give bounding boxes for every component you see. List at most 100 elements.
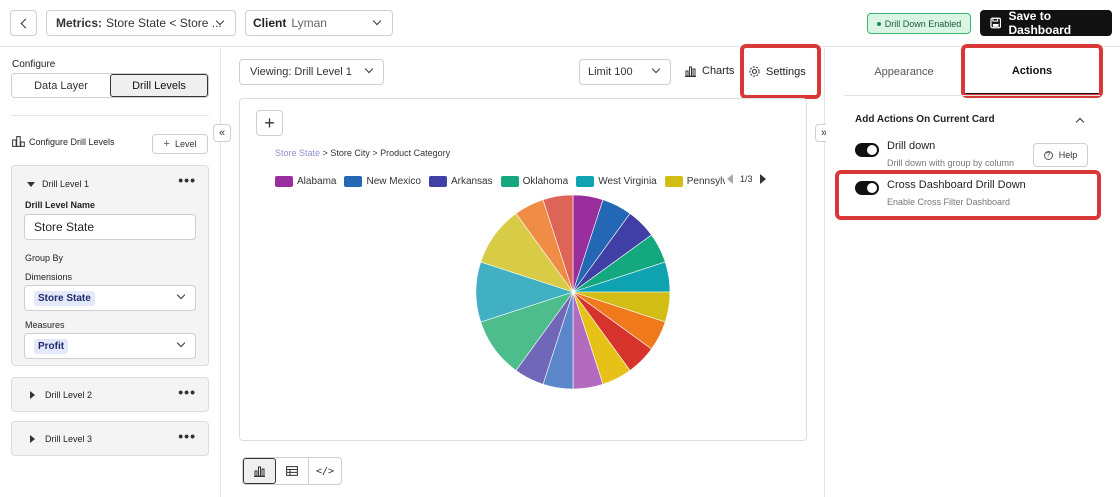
add-level-button[interactable]: + Level [152, 134, 208, 154]
client-select[interactable]: Client Lyman [245, 10, 393, 36]
legend-item[interactable]: New Mexico [344, 174, 421, 188]
legend-label: West Virginia [598, 175, 657, 187]
pie-slice[interactable] [542, 194, 574, 293]
back-button[interactable] [10, 10, 37, 36]
pie-slice[interactable] [542, 291, 574, 390]
drill-level-name-label: Drill Level Name [25, 200, 96, 210]
tabs-divider [844, 95, 1100, 96]
bar-chart-icon [685, 66, 696, 77]
config-tabs: Data Layer Drill Levels [11, 73, 209, 98]
settings-highlight [740, 44, 821, 99]
caret-right-icon [30, 391, 35, 399]
group-by-label: Group By [25, 253, 64, 263]
more-options-icon[interactable]: ••• [178, 384, 196, 400]
drill-level-name-value: Store State [34, 220, 95, 234]
drill-down-toggle[interactable] [855, 143, 879, 157]
pie-slice[interactable] [572, 234, 666, 293]
drill-level-2-card[interactable]: Drill Level 2 ••• [11, 377, 209, 412]
client-label: Client [253, 16, 287, 30]
chevron-down-icon [176, 290, 186, 300]
limit-select[interactable]: Limit 100 [579, 59, 671, 85]
charts-button[interactable]: Charts [684, 65, 734, 77]
divider [11, 115, 209, 116]
pie-slice[interactable] [475, 261, 574, 323]
dimensions-select[interactable]: Store State [24, 285, 196, 311]
view-toggle: </> [242, 457, 342, 485]
hierarchy-icon [12, 136, 25, 147]
drill-level-name-input[interactable]: Store State [24, 214, 196, 240]
plus-icon: + [163, 138, 170, 150]
add-widget-button[interactable]: + [256, 110, 283, 136]
legend-prev-icon[interactable] [727, 174, 733, 184]
breadcrumb: Store State > Store City > Product Categ… [275, 148, 450, 158]
pie-slice[interactable] [572, 199, 631, 293]
legend-pager: 1/3 [727, 174, 766, 184]
collapse-left-button[interactable]: « [213, 124, 231, 142]
pie-slice[interactable] [572, 213, 652, 293]
legend-item[interactable]: Alabama [275, 174, 336, 188]
pie-slice[interactable] [572, 291, 631, 385]
pie-slice[interactable] [572, 291, 604, 390]
code-view-button[interactable]: </> [309, 458, 341, 484]
legend-next-icon[interactable] [759, 174, 766, 184]
configure-drill-levels-header: Configure Drill Levels [12, 136, 115, 147]
measures-label: Measures [25, 320, 65, 330]
drill-badge-text: Drill Down Enabled [884, 18, 962, 29]
legend-item[interactable]: Arkansas [428, 174, 493, 188]
pie-slice[interactable] [572, 194, 604, 293]
chart-legend: Alabama New Mexico Arkansas Oklahoma West Vi… [275, 174, 725, 188]
viewing-select[interactable]: Viewing: Drill Level 1 [239, 59, 384, 85]
drill-level-3-card[interactable]: Drill Level 3 ••• [11, 421, 209, 456]
status-dot-icon [876, 21, 881, 26]
right-properties-panel: Appearance Actions Add Actions On Curren… [826, 44, 1120, 497]
pie-slice[interactable] [572, 291, 671, 323]
save-to-dashboard-button[interactable]: Save to Dashboard [980, 9, 1112, 37]
code-icon: </> [315, 465, 335, 477]
help-button[interactable]: ? Help [1033, 143, 1088, 167]
section-title: Add Actions On Current Card [855, 114, 995, 125]
legend-label: New Mexico [366, 175, 421, 187]
limit-value: Limit 100 [588, 66, 633, 78]
dimension-chip: Store State [34, 290, 95, 306]
pie-slice[interactable] [572, 291, 666, 350]
legend-item[interactable]: West Virginia [576, 174, 657, 188]
top-bar: Metrics: Store State < Store ... Client … [0, 0, 1120, 47]
measures-select[interactable]: Profit [24, 333, 196, 359]
pie-slice[interactable] [572, 291, 652, 371]
drill-level-3-header: Drill Level 3 [30, 434, 92, 444]
cross-dashboard-highlight [835, 170, 1101, 220]
section-collapse-icon[interactable] [1075, 117, 1085, 127]
chart-view-button[interactable] [243, 458, 276, 484]
metrics-select[interactable]: Metrics: Store State < Store ... [46, 10, 236, 36]
table-view-button[interactable] [276, 458, 309, 484]
pie-slice[interactable] [480, 291, 574, 371]
save-icon [990, 17, 1002, 29]
chevron-down-icon [651, 64, 661, 74]
tab-drill-levels[interactable]: Drill Levels [110, 74, 208, 97]
configure-title: Configure [12, 59, 56, 70]
caret-right-icon [30, 435, 35, 443]
pie-slice[interactable] [480, 213, 574, 293]
pie-slice[interactable] [572, 261, 671, 293]
more-options-icon[interactable]: ••• [178, 172, 196, 188]
more-options-icon[interactable]: ••• [178, 428, 196, 444]
legend-label: Oklahoma [522, 175, 569, 187]
measure-chip: Profit [34, 338, 69, 354]
breadcrumb-item-store-state[interactable]: Store State [275, 148, 320, 158]
tab-data-layer[interactable]: Data Layer [12, 74, 110, 97]
tab-data-layer-label: Data Layer [34, 79, 88, 92]
legend-swatch [275, 175, 293, 187]
legend-label: Arkansas [450, 175, 493, 187]
tab-appearance[interactable]: Appearance [844, 48, 964, 95]
legend-swatch [344, 175, 363, 187]
chevron-left-icon [20, 18, 30, 28]
legend-label: Alabama [297, 175, 337, 187]
pie-slice[interactable] [515, 291, 574, 385]
pie-slice[interactable] [515, 199, 574, 293]
drill-level-2-title: Drill Level 2 [45, 390, 93, 400]
drill-level-1-header[interactable]: Drill Level 1 [27, 179, 89, 189]
drill-down-description: Drill down with group by column [887, 158, 1015, 168]
legend-item[interactable]: Pennsylvani [664, 174, 725, 188]
legend-item[interactable]: Oklahoma [500, 174, 569, 188]
client-value: Lyman [291, 16, 327, 30]
